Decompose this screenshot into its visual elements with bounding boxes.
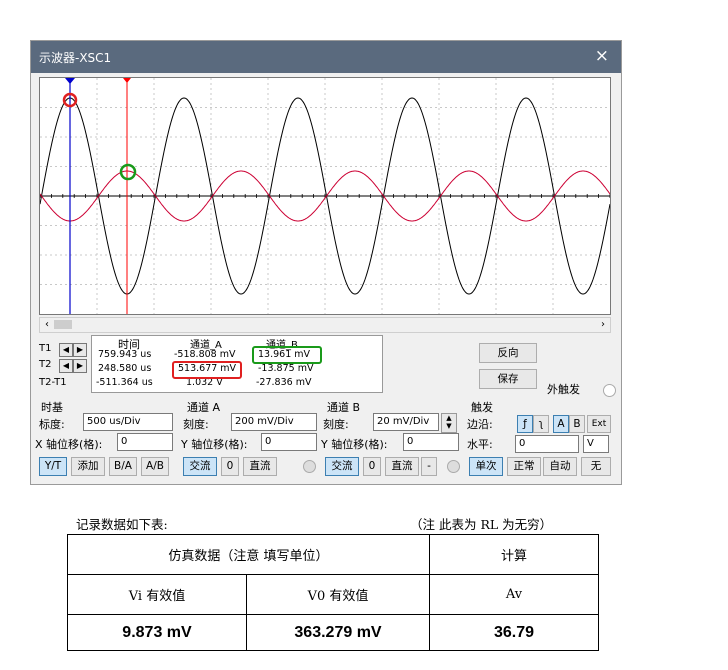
col-av: Av <box>429 574 599 615</box>
channel-b-ypos-field[interactable]: 0 <box>403 433 459 451</box>
delta-ch-b: -27.836 mV <box>256 377 312 388</box>
channel-b-ac-button[interactable]: 交流 <box>325 457 359 476</box>
ext-trigger-radio[interactable] <box>603 384 616 397</box>
close-icon[interactable]: × <box>595 46 609 66</box>
trigger-normal-button[interactable]: 正常 <box>507 457 541 476</box>
col-vi: Vi 有效值 <box>67 574 247 615</box>
value-vi: 9.873 mV <box>67 614 247 651</box>
t1-left-arrow-icon[interactable]: ◀ <box>59 343 73 357</box>
scroll-right-icon[interactable]: › <box>597 318 609 332</box>
record-caption: 记录数据如下表: <box>76 517 168 532</box>
highlight-box-red <box>172 361 242 379</box>
trigger-edge-label: 边沿: <box>467 418 493 431</box>
scope-svg <box>39 78 611 314</box>
horizontal-scrollbar[interactable]: ‹ › <box>39 317 611 333</box>
scope-display <box>39 77 611 315</box>
mode-ab-button[interactable]: A/B <box>141 457 169 476</box>
cursor-t1-marker <box>65 78 75 84</box>
scroll-thumb[interactable] <box>54 320 72 329</box>
t2-ch-b: -13.875 mV <box>258 363 314 374</box>
cursor-label-delta: T2-T1 <box>39 377 67 388</box>
delta-time: -511.364 us <box>96 377 153 388</box>
channel-a-dc-button[interactable]: 直流 <box>243 457 277 476</box>
record-table: 仿真数据（注意 填写单位） 计算 Vi 有效值 V0 有效值 Av 9.873 … <box>67 534 599 651</box>
t1-ch-a: -518.808 mV <box>174 349 236 360</box>
header-sim-data: 仿真数据（注意 填写单位） <box>67 534 430 575</box>
channel-b-radio[interactable] <box>447 460 460 473</box>
channel-a-ac-button[interactable]: 交流 <box>183 457 217 476</box>
channel-a-ypos-label: Y 轴位移(格): <box>181 438 248 451</box>
highlight-box-green <box>252 346 322 364</box>
header-calc: 计算 <box>429 534 599 575</box>
timebase-scale-field[interactable]: 500 us/Div <box>83 413 173 431</box>
mode-ba-button[interactable]: B/A <box>109 457 137 476</box>
t2-right-arrow-icon[interactable]: ▶ <box>73 359 87 373</box>
t1-time: 759.943 us <box>98 349 152 360</box>
channel-b-dc-button[interactable]: 直流 <box>385 457 419 476</box>
channel-b-scale-field[interactable]: 20 mV/Div <box>373 413 439 431</box>
cursor-t2-marker <box>123 78 131 83</box>
value-av: 36.79 <box>429 614 599 651</box>
record-note: （注 此表为 RL 为无穷） <box>410 517 553 532</box>
timebase-xpos-field[interactable]: 0 <box>117 433 173 451</box>
title-bar: 示波器-XSC1 × <box>31 41 621 73</box>
ext-trigger-label: 外触发 <box>547 383 580 396</box>
trigger-source-b-button[interactable]: B <box>569 415 585 433</box>
trigger-level-label: 水平: <box>467 438 493 451</box>
scroll-left-icon[interactable]: ‹ <box>41 318 53 332</box>
t1-right-arrow-icon[interactable]: ▶ <box>73 343 87 357</box>
cursor-readout-table: 时间 通道_A 通道_B 759.943 us -518.808 mV 13.9… <box>91 335 383 393</box>
channel-b-ypos-label: Y 轴位移(格): <box>321 438 388 451</box>
trigger-single-button[interactable]: 单次 <box>469 457 503 476</box>
channel-a-scale-label: 刻度: <box>183 418 209 431</box>
trigger-level-field[interactable]: 0 <box>515 435 579 453</box>
channel-b-zero-button[interactable]: 0 <box>363 457 381 476</box>
t2-time: 248.580 us <box>98 363 152 374</box>
channel-b-group-label: 通道 B <box>327 401 361 414</box>
trigger-source-a-button[interactable]: A <box>553 415 569 433</box>
window-title: 示波器-XSC1 <box>39 51 112 65</box>
cursor-label-t2: T2 <box>39 359 52 370</box>
save-button[interactable]: 保存 <box>479 369 537 389</box>
oscilloscope-window: 示波器-XSC1 × ‹ › T1 ◀ ▶ T2 ◀ ▶ T2-T1 时间 通道… <box>30 40 622 485</box>
channel-b-scale-spinner-icon[interactable]: ▲ ▼ <box>441 413 457 433</box>
reverse-button[interactable]: 反向 <box>479 343 537 363</box>
trigger-none-button[interactable]: 无 <box>581 457 611 476</box>
channel-a-ypos-field[interactable]: 0 <box>261 433 317 451</box>
trigger-falling-edge-button[interactable]: ʅ <box>533 415 549 433</box>
channel-a-scale-field[interactable]: 200 mV/Div <box>231 413 317 431</box>
timebase-group-label: 时基 <box>41 401 63 414</box>
channel-a-radio[interactable] <box>303 460 316 473</box>
trigger-level-unit[interactable]: V <box>583 435 609 453</box>
t2-left-arrow-icon[interactable]: ◀ <box>59 359 73 373</box>
channel-b-minus-button[interactable]: - <box>421 457 437 476</box>
trigger-auto-button[interactable]: 自动 <box>543 457 577 476</box>
channel-a-zero-button[interactable]: 0 <box>221 457 239 476</box>
trigger-source-ext-button[interactable]: Ext <box>587 415 611 433</box>
cursor-label-t1: T1 <box>39 343 52 354</box>
col-vo: V0 有效值 <box>246 574 430 615</box>
trigger-group-label: 触发 <box>471 401 493 414</box>
timebase-scale-label: 标度: <box>39 418 65 431</box>
mode-add-button[interactable]: 添加 <box>71 457 105 476</box>
trigger-rising-edge-button[interactable]: ƒ <box>517 415 533 433</box>
mode-yt-button[interactable]: Y/T <box>39 457 67 476</box>
channel-b-scale-label: 刻度: <box>323 418 349 431</box>
value-vo: 363.279 mV <box>246 614 430 651</box>
channel-a-group-label: 通道 A <box>187 401 221 414</box>
timebase-xpos-label: X 轴位移(格): <box>35 438 103 451</box>
